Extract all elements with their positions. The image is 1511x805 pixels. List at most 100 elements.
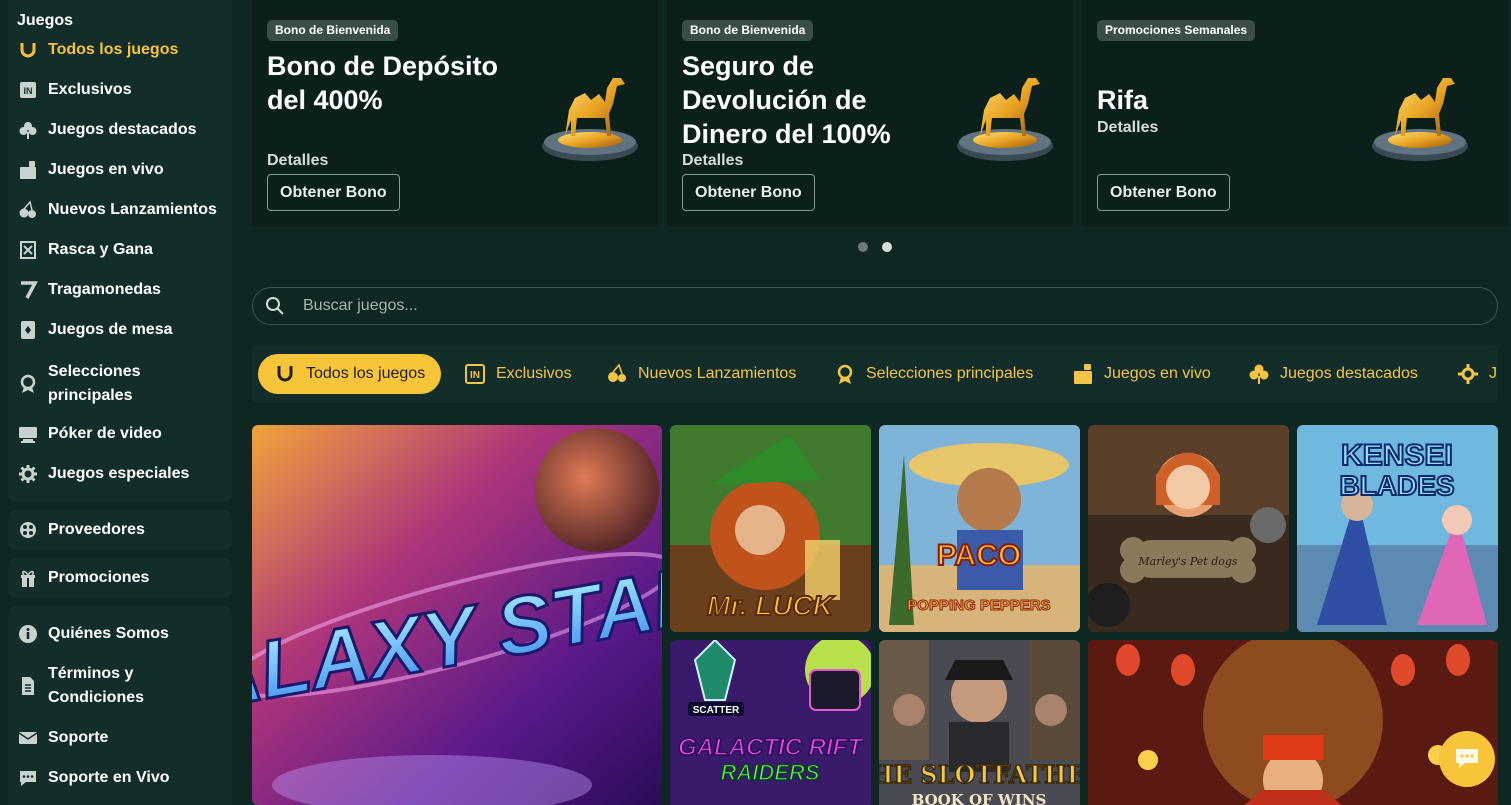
search-bar <box>252 287 1498 325</box>
tab-top-picks[interactable]: Selecciones principales <box>834 354 1033 394</box>
game-title: KENSEI <box>1341 439 1453 472</box>
sidebar-item-table-games[interactable]: Juegos de mesa <box>18 320 173 340</box>
promo-badge: Bono de Bienvenida <box>682 20 814 41</box>
game-thumbnail: KENSEI BLADES <box>1297 425 1498 632</box>
carousel-dot-2[interactable] <box>882 242 892 252</box>
get-bonus-button[interactable]: Obtener Bono <box>267 174 400 211</box>
sidebar: Juegos Todos los juegos IN Exclusivos Ju… <box>8 0 232 805</box>
game-tile-galactic-rift-raiders[interactable]: SCATTER GALACTIC RIFT RAIDERS <box>670 640 871 805</box>
game-tile-kensei-blades[interactable]: KENSEI BLADES <box>1297 425 1498 632</box>
promo-banner-cashback: Bono de Bienvenida Seguro de Devolución … <box>667 0 1073 227</box>
tab-specialty[interactable]: Ju <box>1457 354 1498 394</box>
game-thumbnail: PACO POPPING PEPPERS <box>879 425 1080 632</box>
promo-title: Seguro de Devolución de Dinero del 100% <box>682 51 891 149</box>
scatter-tag: SCATTER <box>693 705 740 716</box>
tab-live-games[interactable]: Juegos en vivo <box>1072 354 1211 394</box>
mail-icon <box>18 728 38 748</box>
award-icon <box>18 374 38 394</box>
card-icon <box>18 320 38 340</box>
sidebar-item-about[interactable]: Quiénes Somos <box>18 624 169 644</box>
promo-banner-raffle: Promociones Semanales Rifa Detalles Obte… <box>1082 0 1508 227</box>
cherries-icon <box>606 363 628 385</box>
promo-details-link[interactable]: Detalles <box>1097 119 1158 137</box>
games-menu-heading: Juegos <box>17 12 74 29</box>
tab-exclusive[interactable]: IN Exclusivos <box>464 354 572 394</box>
game-thumbnail: GALAXY STARS <box>252 425 662 805</box>
game-tile-mr-luck[interactable]: Mr. LUCK <box>670 425 871 632</box>
sidebar-item-all-games[interactable]: Todos los juegos <box>18 40 178 60</box>
promotions-block: Promociones <box>8 558 232 598</box>
game-tile-paco-popping-peppers[interactable]: PACO POPPING PEPPERS <box>879 425 1080 632</box>
tab-all-games[interactable]: Todos los juegos <box>258 354 442 394</box>
sidebar-item-exclusive[interactable]: IN Exclusivos <box>18 80 132 100</box>
game-thumbnail: SCATTER GALACTIC RIFT RAIDERS <box>670 640 871 805</box>
promo-title: Bono de Depósito del 400% <box>267 51 498 115</box>
promo-details-link[interactable]: Detalles <box>267 152 328 170</box>
live-chat-button[interactable] <box>1439 731 1495 787</box>
sidebar-item-providers[interactable]: Proveedores <box>18 520 145 540</box>
gear-icon <box>1457 363 1479 385</box>
sidebar-item-terms[interactable]: Términos y Condiciones <box>18 662 188 710</box>
game-subtitle: POPPING PEPPERS <box>907 597 1050 614</box>
sidebar-item-top-picks[interactable]: Selecciones principales <box>18 360 188 408</box>
svg-text:IN: IN <box>24 86 33 96</box>
promo-details-link[interactable]: Detalles <box>682 152 743 170</box>
live-dealer-icon <box>18 160 38 180</box>
game-tile-marleys-pet-dogs[interactable]: Marley's Pet dogs <box>1088 425 1289 632</box>
search-icon <box>266 297 284 315</box>
camel-trophy-image <box>957 78 1053 161</box>
game-tile-galaxy-stars[interactable]: GALAXY STARS <box>252 425 662 805</box>
providers-block: Proveedores <box>8 510 232 550</box>
promo-title: Rifa <box>1097 85 1149 115</box>
camel-trophy-image <box>1372 78 1468 161</box>
game-title: PACO <box>937 539 1021 572</box>
gear-icon <box>18 464 38 484</box>
sidebar-item-live-support[interactable]: Soporte en Vivo <box>18 768 170 788</box>
carousel-dot-1[interactable] <box>858 242 868 252</box>
live-dealer-icon <box>1072 363 1094 385</box>
game-title: Mr. LUCK <box>707 590 835 621</box>
chat-bubble-icon <box>1456 749 1478 768</box>
scratch-card-icon <box>18 240 38 260</box>
games-menu: Juegos Todos los juegos IN Exclusivos Ju… <box>8 0 232 502</box>
providers-icon <box>18 520 38 540</box>
clover-icon <box>1248 363 1270 385</box>
game-title: THE SLOTFATHER <box>879 760 1080 789</box>
promo-badge: Promociones Semanales <box>1097 20 1256 41</box>
game-tile-fortune-god[interactable] <box>1088 640 1498 805</box>
search-input[interactable] <box>303 297 1497 315</box>
exclusive-icon: IN <box>464 363 486 385</box>
sidebar-item-specialty[interactable]: Juegos especiales <box>18 464 189 484</box>
game-title: Marley's Pet dogs <box>1137 555 1238 568</box>
horseshoe-icon <box>274 363 296 385</box>
horseshoe-icon <box>18 40 38 60</box>
sidebar-item-video-poker[interactable]: Póker de video <box>18 424 162 444</box>
game-title: GALACTIC RIFT <box>678 734 864 761</box>
tab-new-releases[interactable]: Nuevos Lanzamientos <box>606 354 796 394</box>
promo-badge: Bono de Bienvenida <box>267 20 399 41</box>
tab-featured[interactable]: Juegos destacados <box>1248 354 1418 394</box>
camel-trophy-image <box>542 78 638 161</box>
promo-banner-welcome-deposit: Bono de Bienvenida Bono de Depósito del … <box>252 0 658 227</box>
sidebar-item-new-releases[interactable]: Nuevos Lanzamientos <box>18 200 217 220</box>
sidebar-item-support[interactable]: Soporte <box>18 728 108 748</box>
gift-icon <box>18 568 38 588</box>
get-bonus-button[interactable]: Obtener Bono <box>1097 174 1230 211</box>
sidebar-item-featured[interactable]: Juegos destacados <box>18 120 197 140</box>
document-icon <box>18 676 38 696</box>
sidebar-item-slots[interactable]: Tragamonedas <box>18 280 161 300</box>
seven-icon <box>18 280 38 300</box>
sidebar-item-promotions[interactable]: Promociones <box>18 568 149 588</box>
sidebar-item-live[interactable]: Juegos en vivo <box>18 160 164 180</box>
game-thumbnail: Mr. LUCK <box>670 425 871 632</box>
info-icon <box>18 624 38 644</box>
game-tile-the-slotfather[interactable]: THE SLOTFATHER BOOK OF WINS <box>879 640 1080 805</box>
game-subtitle: RAIDERS <box>720 760 819 785</box>
info-block: Quiénes Somos Términos y Condiciones Sop… <box>8 606 232 805</box>
sidebar-item-scratch[interactable]: Rasca y Gana <box>18 240 153 260</box>
clover-icon <box>18 120 38 140</box>
chat-icon <box>18 768 38 788</box>
game-thumbnail <box>1088 640 1498 805</box>
get-bonus-button[interactable]: Obtener Bono <box>682 174 815 211</box>
game-thumbnail: Marley's Pet dogs <box>1088 425 1289 632</box>
